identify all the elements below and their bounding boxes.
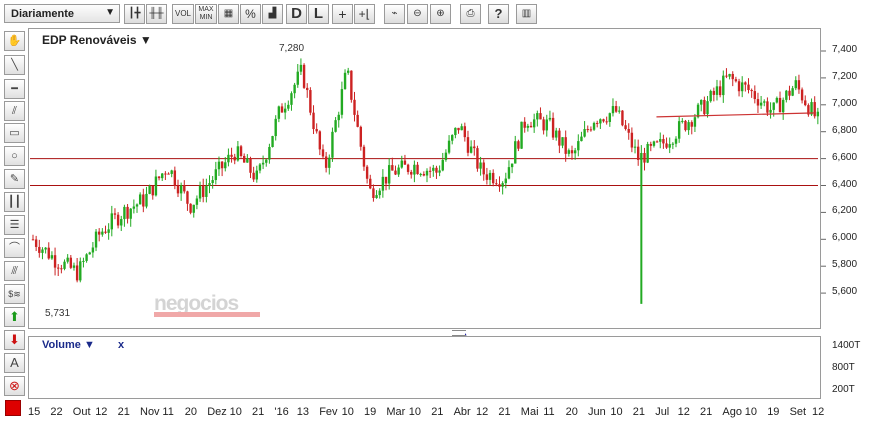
- x-tick-label: Dez: [207, 406, 227, 418]
- price-chart-panel: [28, 28, 821, 329]
- volume-tick-label: 1400T: [832, 339, 861, 351]
- x-tick-label: Out: [72, 406, 91, 418]
- color-swatch[interactable]: [5, 400, 21, 416]
- y-tick-label: 7,000: [832, 97, 858, 109]
- zoom-out-icon[interactable]: ⊖: [407, 4, 428, 24]
- book-icon[interactable]: ▥: [516, 4, 537, 24]
- line-draw-icon[interactable]: ╲: [4, 55, 25, 75]
- text-tool-icon[interactable]: A: [4, 353, 25, 373]
- x-tick-label: Ago: [722, 406, 742, 418]
- x-tick-label: 13: [296, 406, 310, 418]
- x-tick-label: 11: [543, 406, 555, 418]
- y-tick-label: 7,200: [832, 70, 858, 82]
- period-select[interactable]: Diariamente ▼: [4, 4, 120, 23]
- candlestick-type-icon[interactable]: ┃╋: [124, 4, 145, 24]
- arc-icon[interactable]: ⌒: [4, 238, 25, 258]
- x-tick-label: 22: [50, 406, 63, 418]
- chevron-down-icon: ▼: [105, 7, 115, 18]
- x-tick-label: 21: [117, 406, 130, 418]
- arrow-up-icon[interactable]: ⬆: [4, 307, 25, 327]
- volume-toggle-button[interactable]: VOL: [172, 4, 194, 24]
- pencil-icon[interactable]: ✎: [4, 169, 25, 189]
- min-label: 5,731: [45, 308, 71, 319]
- x-tick-label: Jun: [588, 406, 606, 418]
- x-tick-label: '16: [274, 406, 289, 418]
- chart-title[interactable]: EDP Renováveis ▼: [42, 33, 152, 47]
- maxmin-toggle-button[interactable]: MAX MIN: [195, 4, 217, 24]
- channel-icon[interactable]: $≋: [4, 284, 25, 304]
- y-tick-label: 5,600: [832, 286, 858, 298]
- volume-title[interactable]: Volume ▼: [42, 339, 95, 351]
- zoom-trend-icon[interactable]: ⌁: [384, 4, 405, 24]
- x-tick-label: 15: [28, 406, 41, 418]
- x-tick-label: Jul: [655, 406, 670, 418]
- x-tick-label: Abr: [453, 406, 471, 418]
- hand-pan-icon[interactable]: ✋: [4, 31, 25, 51]
- x-tick-label: 21: [700, 406, 713, 418]
- x-tick-label: 12: [677, 406, 690, 418]
- x-tick-label: 19: [767, 406, 780, 418]
- y-tick-label: 6,800: [832, 124, 858, 136]
- y-tick-label: 6,600: [832, 151, 858, 163]
- fibonacci-vertical-icon[interactable]: ┃┃: [4, 192, 25, 212]
- grid-icon[interactable]: ▦: [218, 4, 239, 24]
- percent-button[interactable]: %: [240, 4, 261, 24]
- x-tick-label: Mar: [386, 406, 406, 418]
- x-tick-label: 21: [632, 406, 646, 418]
- print-icon[interactable]: ⎙: [460, 4, 481, 24]
- x-tick-label: 20: [184, 406, 198, 418]
- x-tick-label: 21: [431, 406, 444, 418]
- fibonacci-horizontal-icon[interactable]: ☰: [4, 215, 25, 235]
- help-button[interactable]: ?: [488, 4, 509, 24]
- delete-icon[interactable]: ⊗: [4, 376, 25, 396]
- volume-close-button[interactable]: x: [118, 339, 124, 351]
- x-tick-label: Set: [789, 406, 807, 418]
- ohlc-type-icon[interactable]: ╫╫: [146, 4, 167, 24]
- volume-chart-panel: [28, 336, 821, 399]
- toolbar: Diariamente ▼ ┃╋ ╫╫ VOL MAX MIN ▦ % ▟ D …: [0, 0, 872, 28]
- x-tick-label: 10: [744, 406, 758, 418]
- x-tick-label: 12: [95, 406, 108, 418]
- x-tick-label: 10: [610, 406, 623, 418]
- x-tick-label: Nov: [140, 406, 160, 418]
- y-tick-label: 6,000: [832, 232, 858, 244]
- y-tick-label: 6,400: [832, 178, 858, 190]
- bar-chart-icon[interactable]: ▟: [262, 4, 283, 24]
- period-select-label: Diariamente: [11, 8, 74, 20]
- rectangle-icon[interactable]: ▭: [4, 123, 25, 143]
- max-label: 7,280: [279, 43, 305, 54]
- x-tick-label: 19: [364, 406, 377, 418]
- y-tick-label: 7,400: [832, 44, 858, 55]
- hline-draw-icon[interactable]: ━: [4, 79, 25, 99]
- x-tick-label: Mai: [520, 406, 539, 418]
- crosshair-icon[interactable]: +: [332, 4, 353, 24]
- arrow-down-icon[interactable]: ⬇: [4, 330, 25, 350]
- crosshair-value-icon[interactable]: +⌊: [354, 4, 375, 24]
- x-tick-label: 11: [162, 406, 174, 418]
- x-tick-label: 12: [476, 406, 489, 418]
- x-tick-label: 10: [341, 406, 354, 418]
- watermark-bar: [154, 312, 260, 317]
- circle-icon[interactable]: ○: [4, 146, 25, 166]
- x-tick-label: Fev: [319, 406, 338, 418]
- y-tick-label: 5,800: [832, 259, 858, 271]
- x-tick-label: 21: [252, 406, 265, 418]
- zoom-in-icon[interactable]: ⊕: [430, 4, 451, 24]
- daily-button[interactable]: D: [286, 4, 307, 24]
- x-tick-label: 21: [498, 406, 511, 418]
- fan-lines-icon[interactable]: ⫻: [4, 261, 25, 281]
- parallel-lines-icon[interactable]: ⫽: [4, 101, 25, 121]
- y-tick-label: 6,200: [832, 205, 858, 217]
- x-tick-label: 10: [408, 406, 422, 418]
- volume-tick-label: 800T: [832, 361, 855, 373]
- volume-tick-label: 200T: [832, 383, 855, 395]
- x-tick-label: 20: [565, 406, 578, 418]
- x-tick-label: 12: [812, 406, 825, 418]
- x-tick-label: 10: [229, 406, 242, 418]
- line-button[interactable]: L: [308, 4, 329, 24]
